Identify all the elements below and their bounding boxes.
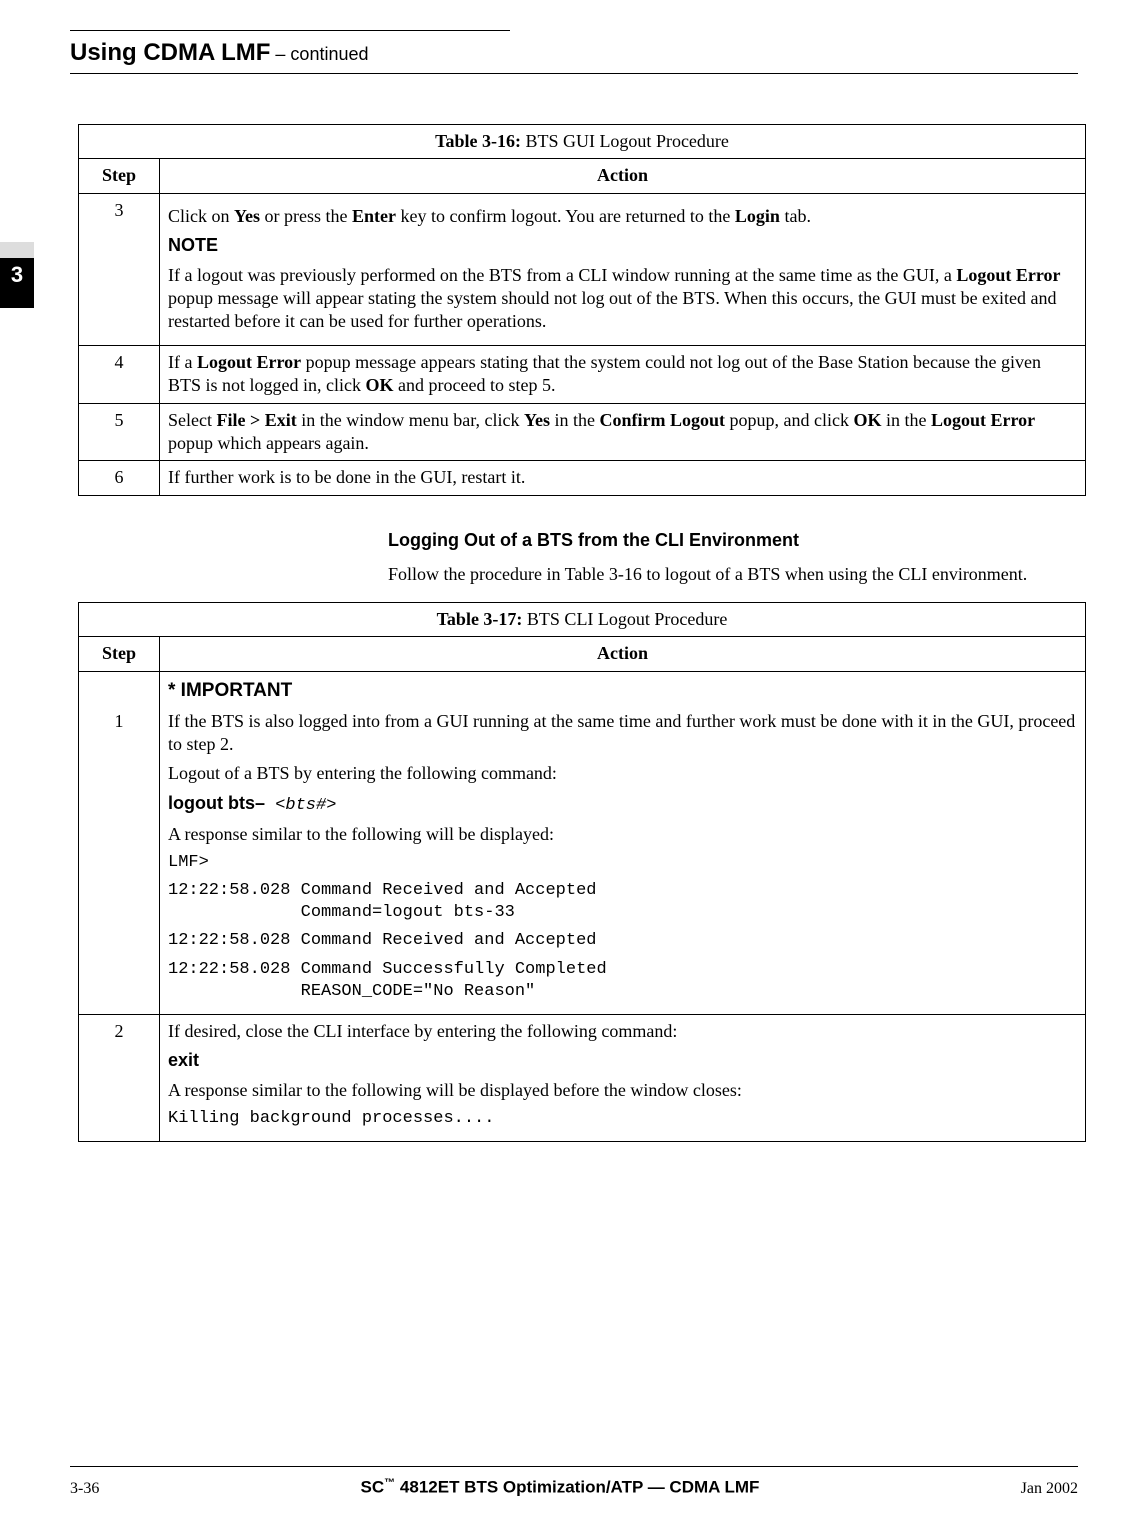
t2r1-mono4b: REASON_CODE="No Reason" (168, 982, 535, 1001)
note-label: NOTE (168, 234, 1077, 257)
table1-col-action: Action (160, 159, 1086, 193)
t1r5-k: popup which appears again. (168, 433, 369, 453)
t2r1-mono2: 12:22:58.028 Command Received and Accept… (168, 880, 1077, 924)
t1r3-note-c: popup message will appear stating the sy… (168, 288, 1057, 331)
t2r2-mono: Killing background processes.... (168, 1108, 1077, 1130)
page-title: Using CDMA LMF – continued (70, 39, 1078, 67)
table1-caption-rest: BTS GUI Logout Procedure (521, 131, 729, 151)
t2r2-cmd: exit (168, 1049, 1077, 1072)
t1r5-c: in the window menu bar, click (297, 410, 524, 430)
t2r1-p3: A response similar to the following will… (168, 823, 1077, 846)
title-main: Using CDMA LMF (70, 39, 270, 66)
t2r2-p1: If desired, close the CLI interface by e… (168, 1020, 1077, 1043)
t2r1-mono1: LMF> (168, 852, 1077, 874)
table-gui-logout: Table 3-16: BTS GUI Logout Procedure Ste… (78, 124, 1086, 496)
t1r5-b: File > Exit (216, 410, 296, 430)
t1r5-e: in the (550, 410, 600, 430)
section-heading: Logging Out of a BTS from the CLI Enviro… (388, 530, 1078, 551)
title-continued: – continued (270, 44, 368, 64)
t1r4-e: and proceed to step 5. (394, 375, 556, 395)
t1r3-b: Yes (234, 206, 260, 226)
t1r3-note-b: Logout Error (956, 265, 1060, 285)
t2r2-p2: A response similar to the following will… (168, 1079, 1077, 1102)
table2-col-step: Step (79, 637, 160, 671)
footer-center-b: 4812ET BTS Optimization/ATP — CDMA LMF (400, 1478, 760, 1497)
t1r5-h: OK (853, 410, 881, 430)
t2r1-mono3: 12:22:58.028 Command Received and Accept… (168, 930, 1077, 952)
table2-row1-step: 1 (79, 671, 160, 1014)
table1-row3-action: Click on Yes or press the Enter key to c… (160, 193, 1086, 345)
footer-center: SC™ 4812ET BTS Optimization/ATP — CDMA L… (361, 1477, 760, 1498)
t1r3-f: Login (735, 206, 780, 226)
t1r3-e: key to confirm logout. You are returned … (396, 206, 735, 226)
footer-date: Jan 2002 (1021, 1480, 1078, 1498)
t1r5-j: Logout Error (931, 410, 1035, 430)
t1r4-d: OK (366, 375, 394, 395)
table2-caption-rest: BTS CLI Logout Procedure (522, 609, 727, 629)
table1-row5-action: Select File > Exit in the window menu ba… (160, 403, 1086, 461)
table1-col-step: Step (79, 159, 160, 193)
footer-tm: ™ (384, 1477, 395, 1489)
t2r1-mono4: 12:22:58.028 Command Successfully Comple… (168, 959, 1077, 1003)
t2r1-mono4a: 12:22:58.028 Command Successfully Comple… (168, 960, 607, 979)
table1-row3-step: 3 (79, 193, 160, 345)
footer: 3-36 SC™ 4812ET BTS Optimization/ATP — C… (70, 1466, 1078, 1498)
footer-center-a: SC (361, 1478, 385, 1497)
header-rule-top (70, 30, 510, 31)
t1r4-b: Logout Error (197, 352, 301, 372)
t2r1-p2: Logout of a BTS by entering the followin… (168, 762, 1077, 785)
table1-row6-step: 6 (79, 461, 160, 495)
table1-row6-action: If further work is to be done in the GUI… (160, 461, 1086, 495)
t1r3-g: tab. (780, 206, 811, 226)
t1r3-a: Click on (168, 206, 234, 226)
table2-col-action: Action (160, 637, 1086, 671)
section-para: Follow the procedure in Table 3-16 to lo… (388, 563, 1078, 586)
t2r1-mono2b: Command=logout bts-33 (168, 903, 515, 922)
side-tab: 3 (0, 242, 34, 308)
t1r3-d: Enter (352, 206, 396, 226)
table1-row4-action: If a Logout Error popup message appears … (160, 345, 1086, 403)
important-label: * IMPORTANT (168, 679, 1077, 704)
table1-row4-step: 4 (79, 345, 160, 403)
table1-caption-bold: Table 3-16: (435, 131, 521, 151)
table2-caption-bold: Table 3-17: (437, 609, 523, 629)
side-tab-top (0, 242, 34, 258)
t2r1-p1: If the BTS is also logged into from a GU… (168, 710, 1077, 757)
t1r5-d: Yes (524, 410, 550, 430)
header-rule-bottom (70, 73, 1078, 74)
table1-row5-step: 5 (79, 403, 160, 461)
t2r1-mono2a: 12:22:58.028 Command Received and Accept… (168, 881, 596, 900)
side-tab-bottom (0, 292, 34, 308)
table1-caption: Table 3-16: BTS GUI Logout Procedure (79, 125, 1086, 159)
t1r5-i: in the (881, 410, 931, 430)
table2-row1-action: * IMPORTANT If the BTS is also logged in… (160, 671, 1086, 1014)
table2-row2-step: 2 (79, 1014, 160, 1141)
t1r3-c: or press the (260, 206, 352, 226)
t1r5-a: Select (168, 410, 216, 430)
side-tab-number: 3 (0, 258, 34, 292)
t1r3-note-a: If a logout was previously performed on … (168, 265, 956, 285)
t2r1-cmd-bold: logout bts– (168, 793, 265, 813)
t1r5-f: Confirm Logout (599, 410, 725, 430)
t2r1-cmd-mono: <bts#> (265, 796, 336, 815)
page-number: 3-36 (70, 1480, 99, 1498)
table2-row2-action: If desired, close the CLI interface by e… (160, 1014, 1086, 1141)
table-cli-logout: Table 3-17: BTS CLI Logout Procedure Ste… (78, 602, 1086, 1142)
table2-caption: Table 3-17: BTS CLI Logout Procedure (79, 603, 1086, 637)
t1r4-a: If a (168, 352, 197, 372)
t1r5-g: popup, and click (725, 410, 853, 430)
